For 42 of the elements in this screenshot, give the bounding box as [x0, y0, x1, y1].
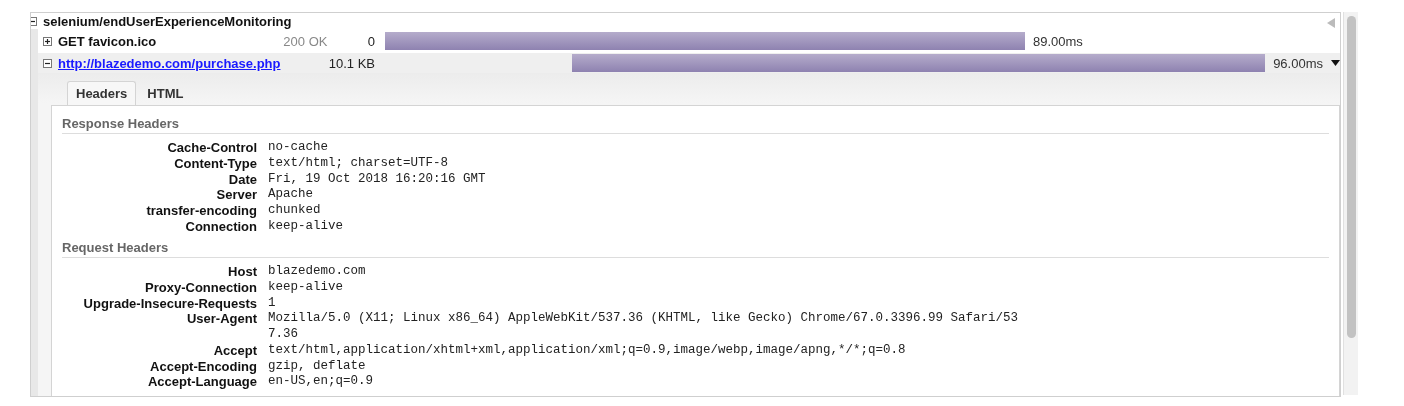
section-title: Request Headers — [62, 240, 1329, 259]
header-value: gzip, deflate — [268, 358, 366, 375]
header-value: blazedemo.com — [268, 264, 366, 281]
header-name: Accept-Language — [146, 374, 257, 390]
details-tab[interactable]: HTML — [138, 81, 193, 106]
header-value: text/html; charset=UTF-8 — [268, 155, 449, 172]
header-value: en-US,en;q=0.9 — [268, 374, 374, 390]
header-value: 1 — [268, 295, 276, 312]
header-name: Connection — [184, 218, 257, 235]
header-name: Cache-Control — [166, 140, 257, 156]
request-time: 96.00ms — [1273, 55, 1323, 71]
scrollbar-thumb[interactable] — [1346, 16, 1356, 338]
header-name: Accept — [212, 342, 257, 359]
header-name: Proxy-Connection — [144, 280, 257, 296]
header-name: Date — [227, 171, 257, 188]
header-name: Upgrade-Insecure-Requests — [82, 295, 257, 312]
header-value: no-cache — [268, 140, 328, 156]
dropdown-caret-icon[interactable] — [1331, 60, 1340, 67]
header-value: text/html,application/xhtml+xml,application/xml;q=0.9,image/webp,image/apng,*/*;q=0.8 — [268, 342, 906, 359]
request-link[interactable]: http://blazedemo.com/purchase.php — [58, 55, 281, 71]
header-name: Accept-Encoding — [149, 358, 257, 375]
header-value: Apache — [268, 187, 313, 203]
header-name: transfer-encoding — [145, 202, 257, 219]
header-value: Fri, 19 Oct 2018 16:20:16 GMT — [268, 171, 486, 188]
collapse-icon[interactable] — [31, 16, 37, 26]
expand-icon[interactable] — [43, 36, 52, 46]
request-size: 10.1 KB — [328, 55, 375, 71]
details-tab[interactable]: Headers — [67, 81, 137, 106]
header-name: Host — [227, 264, 257, 281]
request-time: 89.00ms — [1033, 33, 1083, 49]
collapse-icon[interactable] — [43, 58, 52, 68]
header-value: chunked — [268, 202, 321, 219]
header-name: Server — [215, 187, 257, 203]
request-size: 0 — [367, 33, 375, 49]
header-value: keep-alive — [268, 280, 343, 296]
request-status: 200 OK — [283, 33, 328, 49]
section-title: Response Headers — [62, 116, 1329, 135]
group-title: selenium/endUserExperienceMonitoring — [43, 13, 292, 29]
request-name: GET favicon.ico — [58, 33, 158, 49]
header-value: keep-alive — [268, 218, 343, 235]
header-name: User-Agent — [185, 311, 257, 329]
header-name: Content-Type — [173, 155, 257, 172]
